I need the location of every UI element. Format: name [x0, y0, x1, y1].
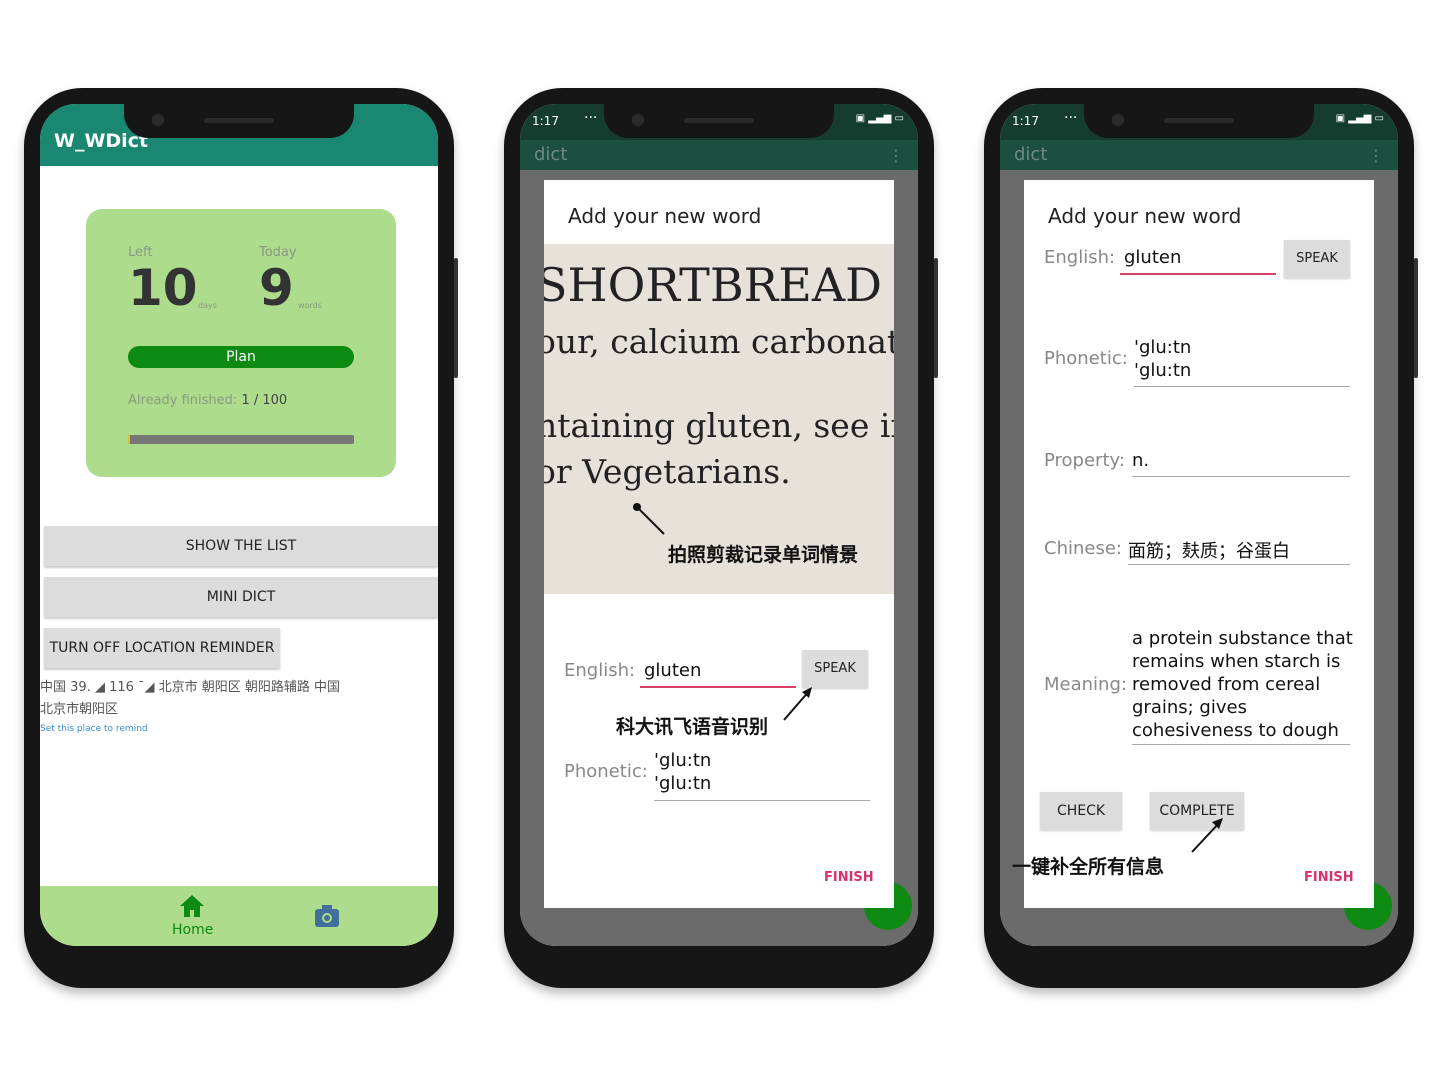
- mini-dict-button[interactable]: MINI DICT: [44, 577, 438, 617]
- annotation-arrow: [1191, 818, 1223, 853]
- photo-text-line: ntaining gluten, see ing: [544, 406, 894, 445]
- english-label: English:: [1044, 247, 1116, 268]
- meaning-line: a protein substance that: [1132, 628, 1353, 649]
- dialog-title: Add your new word: [568, 204, 762, 228]
- more-icon[interactable]: ⋮: [1368, 146, 1384, 165]
- finish-button[interactable]: FINISH: [1304, 870, 1354, 885]
- photo-annotation: 拍照剪裁记录单词情景: [668, 544, 859, 566]
- status-time: 1:17: [532, 114, 559, 128]
- meaning-underline: [1132, 744, 1350, 745]
- annotation-pointer: [633, 503, 665, 535]
- complete-annotation: 一键补全所有信息: [1012, 856, 1165, 878]
- progress-fill: [128, 435, 131, 444]
- chinese-input[interactable]: 面筋；麸质；谷蛋白: [1128, 537, 1290, 563]
- speak-button[interactable]: SPEAK: [1284, 240, 1350, 278]
- dialog-title: Add your new word: [1048, 204, 1242, 228]
- property-input[interactable]: n.: [1132, 450, 1149, 471]
- notch: [1084, 104, 1314, 138]
- phone-add-word-complete: 1:17 ··· ▣ ▂▄▆ ▭ dict ⋮ Add your new wor…: [984, 88, 1418, 988]
- finished-label: Already finished:: [128, 393, 238, 408]
- toolbar: [520, 140, 918, 170]
- photo-text-line: our, calcium carbonate,: [544, 322, 894, 361]
- english-underline: [1120, 273, 1276, 275]
- captured-photo: SHORTBREAD our, calcium carbonate, ntain…: [544, 244, 894, 594]
- plan-card: Left 10 days Today 9 words Plan Already …: [86, 209, 396, 477]
- add-word-dialog: Add your new word SHORTBREAD our, calciu…: [544, 180, 894, 908]
- toolbar: [1000, 140, 1398, 170]
- meaning-line: cohesiveness to dough: [1132, 720, 1339, 741]
- show-list-button[interactable]: SHOW THE LIST: [44, 526, 438, 566]
- progress-bar: [128, 435, 354, 444]
- phone-add-word-photo: 1:17 ··· ▣ ▂▄▆ ▭ dict ⋮ Add your new wor…: [504, 88, 938, 988]
- status-time: 1:17: [1012, 114, 1039, 128]
- phonetic-line-2[interactable]: 'glu:tn: [654, 773, 711, 794]
- meaning-line: grains; gives: [1132, 697, 1247, 718]
- nav-camera[interactable]: [314, 904, 340, 932]
- volume-button: [934, 258, 938, 378]
- volume-button: [454, 258, 458, 378]
- finished-text: Already finished: 1 / 100: [128, 393, 287, 408]
- speak-button[interactable]: SPEAK: [802, 650, 868, 688]
- status-dots: ···: [584, 110, 598, 126]
- property-label: Property:: [1044, 450, 1125, 471]
- meaning-label: Meaning:: [1044, 674, 1127, 695]
- location-info-row-2: 北京市朝阳区: [40, 702, 119, 717]
- nav-home[interactable]: Home: [172, 894, 214, 938]
- english-input[interactable]: gluten: [644, 660, 701, 681]
- phonetic-line-1[interactable]: 'glu:tn: [1134, 337, 1191, 358]
- location-info-row: 中国 39. ◢ 116 ˉ◢ 北京市 朝阳区 朝阳路辅路 中国: [40, 680, 341, 695]
- finish-button[interactable]: FINISH: [824, 870, 874, 885]
- status-icons: ▣ ▂▄▆ ▭: [1335, 113, 1384, 124]
- english-label: English:: [564, 660, 636, 681]
- home-icon: [180, 895, 204, 917]
- screen-add-word-photo: 1:17 ··· ▣ ▂▄▆ ▭ dict ⋮ Add your new wor…: [520, 104, 918, 946]
- screen-home: W_WDict Left 10 days Today 9 words Plan …: [40, 104, 438, 946]
- volume-button: [1414, 258, 1418, 378]
- phonetic-line-2[interactable]: 'glu:tn: [1134, 360, 1191, 381]
- toolbar-title: dict: [534, 144, 568, 165]
- voice-annotation: 科大讯飞语音识别: [616, 716, 769, 738]
- check-button[interactable]: CHECK: [1040, 792, 1122, 830]
- left-label: Left: [128, 245, 153, 260]
- nav-home-label: Home: [172, 922, 214, 938]
- today-label: Today: [259, 245, 297, 260]
- more-icon[interactable]: ⋮: [888, 146, 904, 165]
- property-underline: [1132, 476, 1350, 477]
- photo-text-line: SHORTBREAD: [544, 258, 882, 312]
- plan-button[interactable]: Plan: [128, 346, 354, 368]
- phonetic-line-1[interactable]: 'glu:tn: [654, 750, 711, 771]
- english-input[interactable]: gluten: [1124, 247, 1181, 268]
- meaning-line: removed from cereal: [1132, 674, 1321, 695]
- phonetic-underline: [1134, 386, 1350, 387]
- phone-home: W_WDict Left 10 days Today 9 words Plan …: [24, 88, 458, 988]
- today-words-value: 9: [259, 259, 294, 317]
- chinese-underline: [1128, 564, 1350, 565]
- meaning-line: remains when starch is: [1132, 651, 1341, 672]
- screen-add-word-complete: 1:17 ··· ▣ ▂▄▆ ▭ dict ⋮ Add your new wor…: [1000, 104, 1398, 946]
- notch: [124, 104, 354, 138]
- location-hint[interactable]: Set this place to remind: [40, 724, 148, 734]
- phonetic-label: Phonetic:: [564, 761, 648, 782]
- days-left-value: 10: [128, 259, 198, 317]
- location-reminder-button[interactable]: TURN OFF LOCATION REMINDER: [44, 628, 280, 668]
- chinese-label: Chinese:: [1044, 538, 1122, 559]
- words-unit: words: [298, 301, 322, 310]
- days-unit: days: [198, 301, 217, 310]
- meaning-input[interactable]: a protein substance that remains when st…: [1132, 627, 1354, 742]
- notch: [604, 104, 834, 138]
- phonetic-underline: [654, 800, 870, 801]
- finished-value: 1 / 100: [241, 393, 288, 408]
- add-word-dialog: Add your new word English: gluten SPEAK …: [1012, 180, 1374, 908]
- status-dots: ···: [1064, 110, 1078, 126]
- status-icons: ▣ ▂▄▆ ▭: [855, 113, 904, 124]
- english-underline: [640, 686, 796, 688]
- bottom-nav: Home: [40, 886, 438, 946]
- toolbar-title: dict: [1014, 144, 1048, 165]
- annotation-arrow: [783, 687, 812, 721]
- camera-icon: [315, 905, 339, 927]
- phonetic-label: Phonetic:: [1044, 348, 1128, 369]
- photo-text-line: or Vegetarians.: [544, 452, 791, 491]
